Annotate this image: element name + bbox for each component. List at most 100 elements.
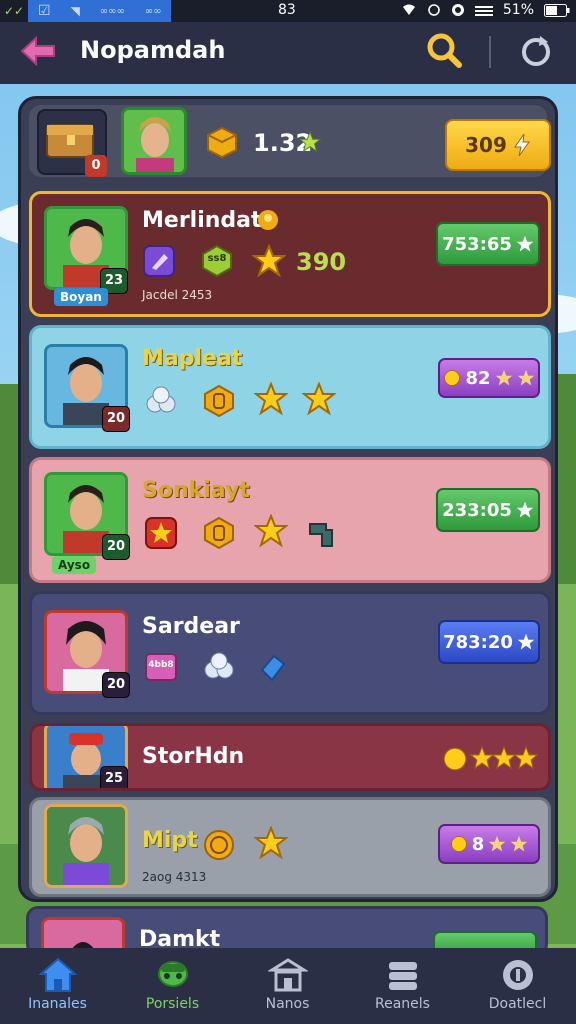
leaderboard-card-3[interactable]: 20 Ayso Sonkiayt 233:05 — [29, 457, 551, 583]
status-notification-strip: ☑ ◥ ∞∞∞ ∞∞ — [28, 0, 172, 22]
star-icon — [489, 835, 506, 852]
card-avatar — [44, 804, 128, 888]
tab-label: Reanels — [375, 996, 430, 1012]
blue-gem-icon — [260, 654, 286, 682]
status-time: 83 — [278, 2, 296, 18]
red-star-badge-icon — [145, 517, 177, 549]
badge-icon — [258, 210, 278, 230]
building-icon — [267, 958, 308, 992]
home-icon — [37, 957, 78, 992]
star-icon — [516, 501, 534, 518]
score-button[interactable]: 753:65 — [436, 222, 540, 266]
tab-label: Inanales — [28, 996, 87, 1012]
card-name: Sonkiayt — [142, 478, 250, 503]
coin-icon — [502, 960, 533, 990]
silver-gems-icon — [146, 386, 176, 413]
status-wave-icon: ∞∞∞ — [99, 5, 125, 17]
back-arrow-icon[interactable] — [18, 34, 58, 68]
star-icon — [299, 131, 321, 153]
card-name: Merlindat — [142, 208, 262, 233]
treasure-chest-icon[interactable]: 0 — [37, 109, 107, 177]
star-icon — [516, 235, 534, 252]
score-label: 233:05 — [442, 499, 512, 521]
gem-slot: 4bb8 — [144, 650, 178, 684]
gem-label: 4bb8 — [148, 660, 174, 670]
name-plate: Boyan — [54, 288, 108, 306]
status-box-icon: ☑ — [38, 3, 51, 19]
leaderboard-card-5[interactable]: 25 StorHdn — [29, 723, 551, 791]
star-icon — [254, 826, 288, 860]
score-label: 8 — [471, 833, 485, 855]
score-label: 753:65 — [442, 233, 512, 255]
star-icon — [254, 514, 288, 548]
player-portrait-icon — [124, 110, 184, 172]
gem-label: ss8 — [207, 253, 227, 264]
card-name: Mapleat — [142, 346, 243, 371]
tab-label: Nanos — [265, 996, 310, 1012]
level-badge: 20 — [102, 672, 130, 698]
score-button[interactable]: 82 — [438, 358, 540, 398]
stack-icon — [388, 962, 417, 990]
leaderboard-card-2[interactable]: 20 Mapleat 82 — [29, 325, 551, 449]
header-bar: Nopamdah — [0, 22, 576, 84]
tab-label: Doatlecl — [488, 996, 547, 1012]
star-icon — [511, 835, 528, 852]
character-portrait-icon — [47, 807, 125, 885]
notification-check-icon: ✓✓ — [3, 4, 25, 18]
gold-action-button[interactable]: 309 — [445, 119, 551, 171]
leaderboard-card-1[interactable]: 23 Boyan Merlindat ss8 390 Jacdel 2453 7… — [29, 191, 551, 317]
refresh-icon[interactable] — [518, 34, 554, 70]
signal-icon — [474, 6, 493, 16]
star-icon — [514, 746, 538, 770]
tool-icon — [309, 523, 333, 547]
gold-action-label: 309 — [465, 133, 507, 157]
chest-badge: 0 — [85, 155, 107, 177]
emoji-icon — [443, 747, 467, 771]
page-title: Nopamdah — [80, 36, 226, 64]
search-icon[interactable] — [424, 30, 464, 70]
leaderboard-panel: 0 1.32 309 23 Boyan Merlindat ss8 390 Ja… — [18, 96, 558, 902]
bottom-tab-bar: Inanales Porsiels Nanos Reanels Doatlecl — [0, 948, 576, 1024]
name-plate: Ayso — [52, 556, 97, 574]
purple-potion-icon — [143, 245, 175, 277]
star-icon — [492, 746, 516, 770]
star-icon — [495, 369, 512, 386]
tab-buildings[interactable]: Nanos — [230, 956, 345, 1020]
card-subtitle: 2aog 4313 — [142, 870, 207, 884]
status-left-icons: ✓✓ ☑ ◥ ∞∞∞ ∞∞ — [0, 0, 172, 22]
card-stat: 390 — [296, 248, 347, 276]
score-button[interactable]: 8 — [438, 824, 540, 864]
leaderboard-card-6[interactable]: Mipt 2aog 4313 8 — [29, 797, 551, 897]
status-right-icons: 51% — [401, 2, 570, 18]
star-icon — [302, 382, 336, 416]
silver-gems-icon — [204, 652, 234, 679]
star-icon — [252, 244, 286, 278]
status-bars-icon: ◥ — [70, 4, 80, 18]
battery-percent: 51% — [502, 2, 534, 18]
star-icon — [254, 382, 288, 416]
gold-coin-icon — [204, 384, 234, 418]
tab-coins[interactable]: Doatlecl — [460, 956, 575, 1020]
tab-stack[interactable]: Reanels — [345, 956, 460, 1020]
wifi-icon — [402, 4, 415, 15]
score-button[interactable]: 783:20 — [438, 620, 540, 664]
player-avatar[interactable] — [121, 107, 187, 175]
alarm-icon — [428, 4, 440, 16]
gem-slot: ss8 — [200, 244, 234, 278]
gold-coin-icon — [204, 830, 234, 860]
score-button[interactable]: 233:05 — [436, 488, 540, 532]
level-badge: 25 — [100, 766, 128, 788]
tab-characters[interactable]: Porsiels — [115, 956, 230, 1020]
star-icon — [517, 633, 535, 650]
status-wave-icon-2: ∞∞ — [144, 5, 162, 17]
level-badge: 20 — [102, 534, 130, 560]
star-icon — [470, 746, 494, 770]
tab-home[interactable]: Inanales — [0, 956, 115, 1020]
gold-coin-icon — [204, 516, 234, 550]
leaderboard-card-4[interactable]: 20 Sardear 4bb8 783:20 — [29, 591, 551, 715]
player-summary-row: 0 1.32 309 — [29, 105, 551, 177]
character-icon — [157, 961, 188, 987]
card-subtitle: Jacdel 2453 — [142, 288, 213, 302]
card-name: Mipt — [142, 828, 198, 853]
star-icon — [517, 369, 534, 386]
